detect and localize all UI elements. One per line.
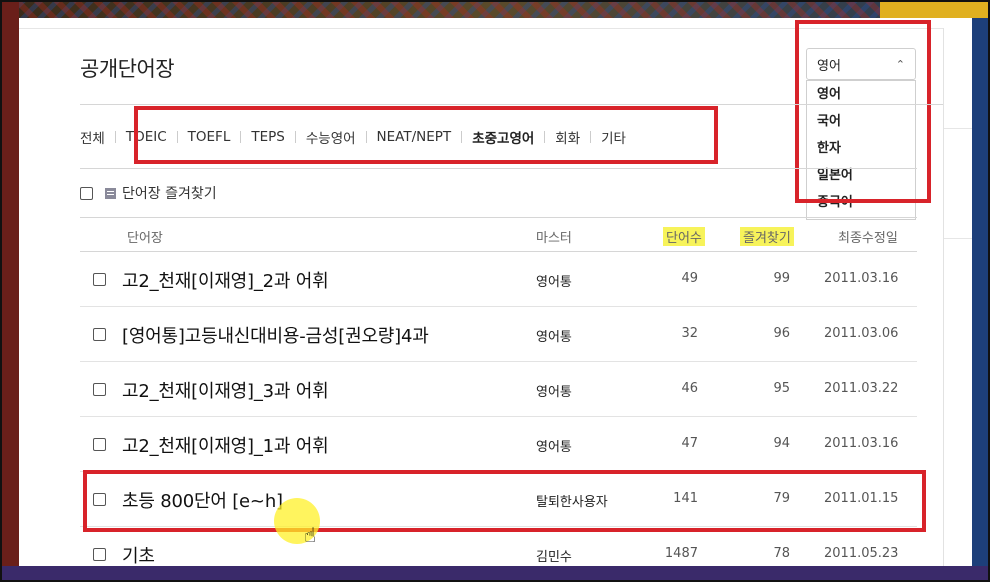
row-date: 2011.03.16 xyxy=(824,271,899,286)
row-word-count: 1487 xyxy=(664,546,698,561)
row-name-link[interactable]: 고2_천재[이재영]_3과 어휘 xyxy=(122,377,329,403)
select-all-checkbox[interactable] xyxy=(80,186,93,200)
page-title: 공개단어장 xyxy=(80,57,175,81)
row-date: 2011.03.22 xyxy=(824,381,899,396)
row-name-link[interactable]: 고2_천재[이재영]_1과 어휘 xyxy=(122,432,329,458)
row-date: 2011.03.16 xyxy=(824,436,899,451)
vocabulary-page: 공개단어장 영어 ⌃ 영어 국어 한자 일본어 중국어 전체 TOEIC TOE… xyxy=(19,18,972,566)
row-favorites: 78 xyxy=(773,546,790,561)
row-word-count: 46 xyxy=(681,381,698,396)
list-icon xyxy=(105,187,116,199)
language-highlight-box xyxy=(795,20,931,203)
header-word-count[interactable]: 단어수 xyxy=(663,227,705,246)
table-row: 기초 김민수 1487 78 2011.05.23 xyxy=(80,527,917,566)
table-row: 고2_천재[이재영]_3과 어휘 영어통 46 95 2011.03.22 xyxy=(80,362,917,417)
row-checkbox[interactable] xyxy=(93,273,106,286)
category-highlight-box xyxy=(134,106,718,164)
row-checkbox[interactable] xyxy=(93,383,106,396)
row-name-link[interactable]: [영어통]고등내신대비용-금성[권오량]4과 xyxy=(122,322,429,348)
row-highlight-box xyxy=(83,470,926,532)
row-checkbox[interactable] xyxy=(93,548,106,561)
table-row: [영어통]고등내신대비용-금성[권오량]4과 영어통 32 96 2011.03… xyxy=(80,307,917,362)
table-header: 단어장 마스터 단어수 즐겨찾기 최종수정일 xyxy=(80,219,917,251)
tab-all[interactable]: 전체 xyxy=(80,127,105,147)
row-word-count: 47 xyxy=(681,436,698,451)
tab-separator xyxy=(114,131,116,143)
row-master: 영어통 xyxy=(536,275,572,290)
row-favorites: 95 xyxy=(773,381,790,396)
row-favorites: 94 xyxy=(773,436,790,451)
category-bottom-divider xyxy=(80,168,917,169)
header-master[interactable]: 마스터 xyxy=(536,227,572,246)
row-word-count: 32 xyxy=(681,326,698,341)
row-date: 2011.03.06 xyxy=(824,326,899,341)
row-master: 영어통 xyxy=(536,385,572,400)
favorites-bar: 단어장 즐겨찾기 xyxy=(80,183,217,203)
row-name-link[interactable]: 기초 xyxy=(122,542,155,566)
header-top-divider xyxy=(80,217,917,218)
row-favorites: 99 xyxy=(773,271,790,286)
row-name-link[interactable]: 고2_천재[이재영]_2과 어휘 xyxy=(122,267,329,293)
row-favorites: 96 xyxy=(773,326,790,341)
category-top-divider xyxy=(80,104,943,105)
row-date: 2011.05.23 xyxy=(824,546,899,561)
header-favorites[interactable]: 즐겨찾기 xyxy=(740,227,794,246)
hand-pointer-icon: ☝ xyxy=(304,523,317,547)
row-checkbox[interactable] xyxy=(93,328,106,341)
right-side-strip xyxy=(943,28,972,566)
header-modified-date[interactable]: 최종수정일 xyxy=(838,227,898,246)
header-name[interactable]: 단어장 xyxy=(127,227,163,246)
row-master: 영어통 xyxy=(536,440,572,455)
favorites-label[interactable]: 단어장 즐겨찾기 xyxy=(122,183,217,203)
row-checkbox[interactable] xyxy=(93,438,106,451)
row-master: 김민수 xyxy=(536,550,572,565)
row-master: 영어통 xyxy=(536,330,572,345)
row-word-count: 49 xyxy=(681,271,698,286)
table-row: 고2_천재[이재영]_2과 어휘 영어통 49 99 2011.03.16 xyxy=(80,252,917,307)
table-row: 고2_천재[이재영]_1과 어휘 영어통 47 94 2011.03.16 xyxy=(80,417,917,472)
